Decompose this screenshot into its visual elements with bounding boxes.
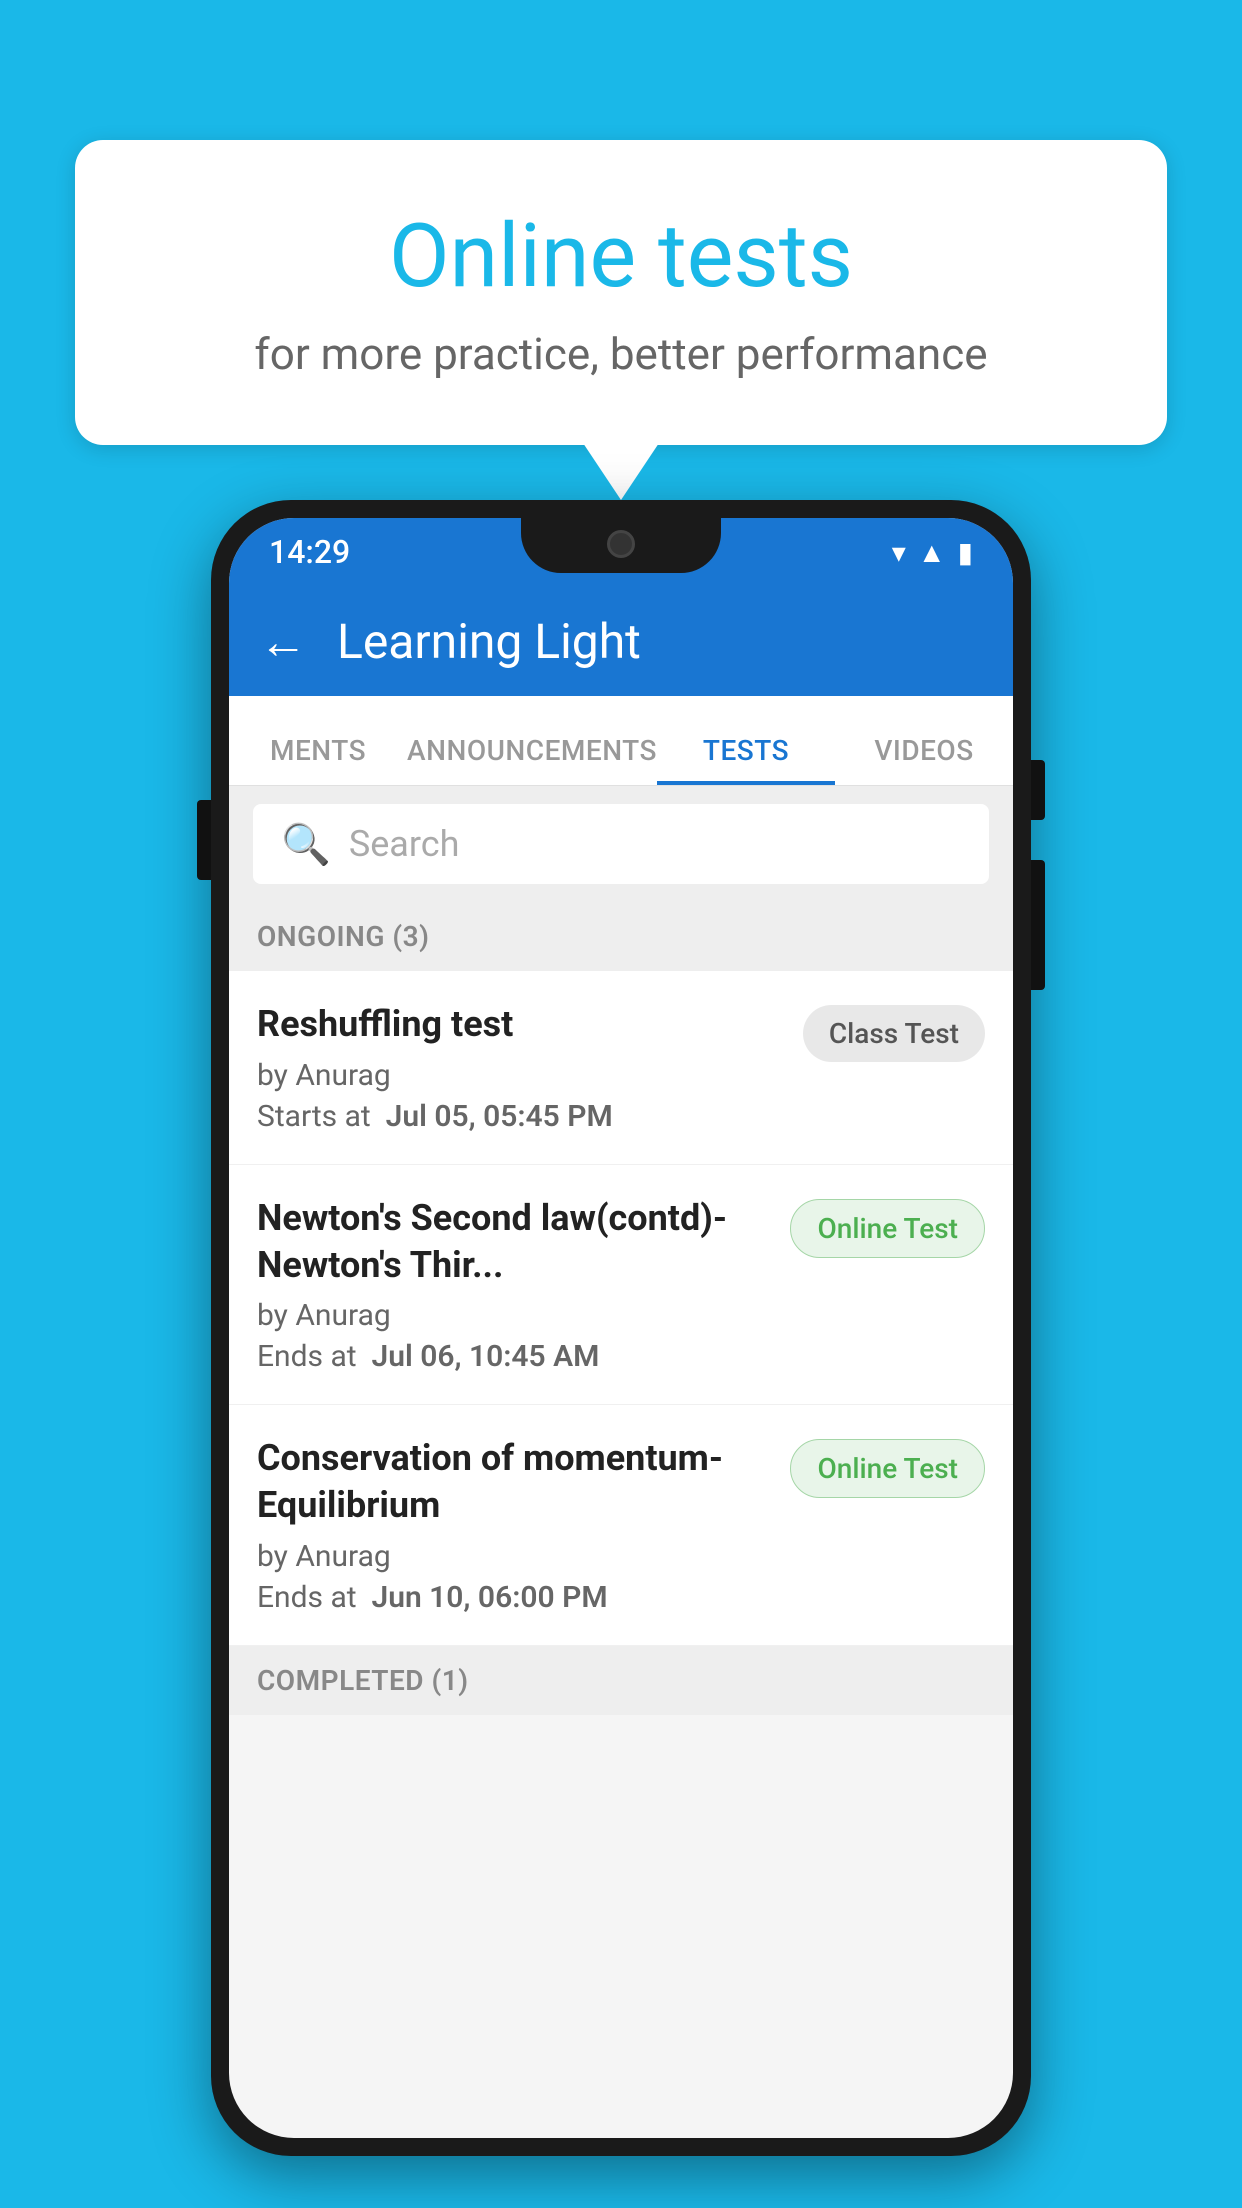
test-badge-2: Online Test — [790, 1199, 985, 1258]
search-container: 🔍 Search — [229, 786, 1013, 902]
app-bar: ← Learning Light — [229, 586, 1013, 696]
test-item-3[interactable]: Conservation of momentum-Equilibrium by … — [229, 1405, 1013, 1646]
test-badge-3: Online Test — [790, 1439, 985, 1498]
back-button[interactable]: ← — [259, 613, 307, 670]
phone-container: 14:29 ▾ ▲ ▮ ← Learning Light MENTS ANNOU… — [211, 500, 1031, 2156]
test-author-2: by Anurag — [257, 1298, 770, 1333]
search-placeholder: Search — [349, 823, 460, 865]
online-tests-subtitle: for more practice, better performance — [155, 328, 1087, 380]
power-button — [1031, 760, 1045, 820]
search-icon: 🔍 — [281, 821, 331, 868]
test-name-2: Newton's Second law(contd)-Newton's Thir… — [257, 1195, 770, 1289]
test-info-2: Newton's Second law(contd)-Newton's Thir… — [257, 1195, 790, 1375]
test-author-3: by Anurag — [257, 1539, 770, 1574]
volume-button — [197, 800, 211, 880]
speech-bubble-container: Online tests for more practice, better p… — [75, 140, 1167, 445]
tab-bar: MENTS ANNOUNCEMENTS TESTS VIDEOS — [229, 696, 1013, 786]
status-time: 14:29 — [269, 533, 350, 571]
signal-icon: ▲ — [918, 536, 946, 569]
test-date-3: Ends at Jun 10, 06:00 PM — [257, 1580, 770, 1615]
test-info-3: Conservation of momentum-Equilibrium by … — [257, 1435, 790, 1615]
tab-tests[interactable]: TESTS — [657, 734, 835, 785]
status-icons: ▾ ▲ ▮ — [892, 536, 973, 569]
tab-videos[interactable]: VIDEOS — [835, 734, 1013, 785]
volume-down-button — [1031, 860, 1045, 990]
test-item-2[interactable]: Newton's Second law(contd)-Newton's Thir… — [229, 1165, 1013, 1406]
test-author-1: by Anurag — [257, 1058, 783, 1093]
online-tests-title: Online tests — [155, 205, 1087, 308]
wifi-icon: ▾ — [892, 536, 906, 569]
test-badge-1: Class Test — [803, 1005, 985, 1062]
test-item-1[interactable]: Reshuffling test by Anurag Starts at Jul… — [229, 971, 1013, 1165]
phone-frame: 14:29 ▾ ▲ ▮ ← Learning Light MENTS ANNOU… — [211, 500, 1031, 2156]
test-name-3: Conservation of momentum-Equilibrium — [257, 1435, 770, 1529]
completed-section-label: COMPLETED (1) — [229, 1646, 1013, 1715]
app-title: Learning Light — [337, 613, 641, 670]
battery-icon: ▮ — [958, 536, 973, 569]
phone-screen: 14:29 ▾ ▲ ▮ ← Learning Light MENTS ANNOU… — [229, 518, 1013, 2138]
search-bar[interactable]: 🔍 Search — [253, 804, 989, 884]
test-date-2: Ends at Jul 06, 10:45 AM — [257, 1339, 770, 1374]
phone-camera — [607, 530, 635, 558]
ongoing-section-label: ONGOING (3) — [229, 902, 1013, 971]
speech-bubble: Online tests for more practice, better p… — [75, 140, 1167, 445]
test-date-1: Starts at Jul 05, 05:45 PM — [257, 1099, 783, 1134]
test-list: Reshuffling test by Anurag Starts at Jul… — [229, 971, 1013, 1646]
test-info-1: Reshuffling test by Anurag Starts at Jul… — [257, 1001, 803, 1134]
test-name-1: Reshuffling test — [257, 1001, 783, 1048]
tab-ments[interactable]: MENTS — [229, 734, 407, 785]
tab-announcements[interactable]: ANNOUNCEMENTS — [407, 734, 657, 785]
